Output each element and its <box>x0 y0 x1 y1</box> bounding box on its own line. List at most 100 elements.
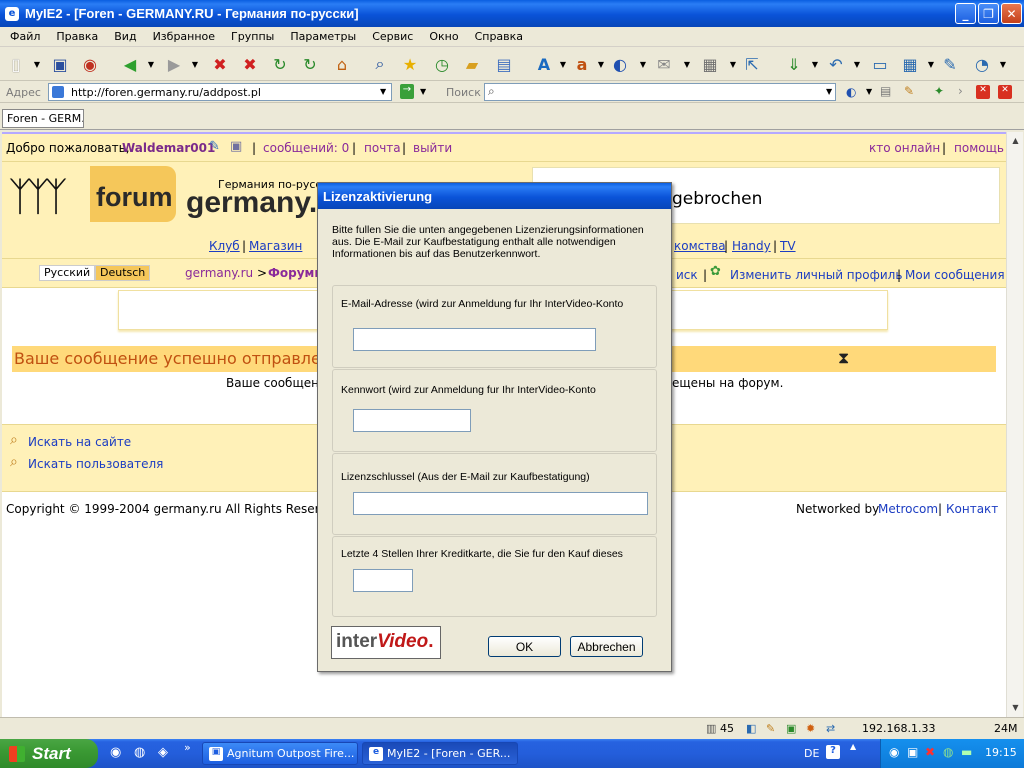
highlight-icon[interactable]: ▤ <box>880 84 891 98</box>
menu-edit[interactable]: Правка <box>48 30 106 43</box>
menu-help[interactable]: Справка <box>467 30 531 43</box>
tabs-icon[interactable]: ▤ <box>492 52 516 76</box>
menu-favorites[interactable]: Избранное <box>145 30 223 43</box>
globe-dropdown-icon[interactable]: ▼ <box>638 52 648 76</box>
save-page-icon[interactable]: ◉ <box>78 52 102 76</box>
nav-shop[interactable]: Магазин <box>249 239 302 253</box>
tray-antivirus-icon[interactable]: ✖ <box>925 745 935 759</box>
menu-view[interactable]: Вид <box>106 30 144 43</box>
quicklaunch-ie-icon[interactable]: ◉ <box>110 745 121 760</box>
status-icon-2[interactable]: ✎ <box>766 722 775 735</box>
mail-link[interactable]: почта <box>364 141 401 155</box>
clock-dropdown-icon[interactable]: ▼ <box>998 52 1008 76</box>
menu-window[interactable]: Окно <box>421 30 466 43</box>
search-input[interactable] <box>484 83 836 101</box>
help-link[interactable]: помощь <box>954 141 1004 155</box>
layout-dropdown-icon[interactable]: ▼ <box>926 52 936 76</box>
stop-icon[interactable]: ✖ <box>208 52 232 76</box>
search-engine-icon[interactable]: ◐ <box>846 85 856 99</box>
status-icon-1[interactable]: ◧ <box>746 722 756 735</box>
password-input[interactable] <box>353 409 471 432</box>
go-icon[interactable]: → <box>400 84 414 99</box>
quicklaunch-browser-icon[interactable]: ◍ <box>134 745 145 760</box>
chevron-right-icon[interactable]: › <box>958 84 963 98</box>
logout-link[interactable]: выйти <box>413 141 452 155</box>
forward-icon[interactable]: ▶ <box>162 52 186 76</box>
search-user-link[interactable]: Искать пользователя <box>28 457 163 471</box>
history-icon[interactable]: ◷ <box>430 52 454 76</box>
task-outpost[interactable]: ▣ Agnitum Outpost Fire... <box>202 742 358 765</box>
close-tab-icon[interactable]: ✕ <box>976 85 990 99</box>
refresh-all-icon[interactable]: ↻ <box>298 52 322 76</box>
tray-expand-icon[interactable]: ▲ <box>850 742 856 751</box>
address-input[interactable]: http://foren.germany.ru/addpost.pl <box>48 83 392 101</box>
my-messages-link[interactable]: Мои сообщения <box>905 268 1005 282</box>
close-button[interactable]: ✕ <box>1001 3 1022 24</box>
edit-profile-icon[interactable]: ✎ <box>209 139 220 154</box>
quicklaunch-more-icon[interactable]: » <box>184 741 191 754</box>
refresh-icon[interactable]: ↻ <box>268 52 292 76</box>
scroll-up-icon[interactable]: ▲ <box>1008 133 1023 148</box>
clock-icon[interactable]: ◔ <box>970 52 994 76</box>
search-dropdown-icon[interactable]: ▼ <box>826 87 832 96</box>
globe-icon[interactable]: ◐ <box>608 52 632 76</box>
stop-all-icon[interactable]: ✖ <box>238 52 262 76</box>
messages-link[interactable]: сообщений: 0 <box>263 141 349 155</box>
nav-handy[interactable]: Handy <box>732 239 771 253</box>
status-icon-5[interactable]: ⇄ <box>826 722 835 735</box>
encoding-dropdown-icon[interactable]: ▼ <box>596 52 606 76</box>
username-link[interactable]: Waldemar001 <box>122 141 215 155</box>
metrocom-link[interactable]: Metrocom <box>878 502 938 516</box>
close-all-icon[interactable]: ✕ <box>998 85 1012 99</box>
print-icon[interactable]: ▦ <box>698 52 722 76</box>
font-dropdown-icon[interactable]: ▼ <box>558 52 568 76</box>
back-icon[interactable]: ◀ <box>118 52 142 76</box>
window-icon[interactable]: ▭ <box>868 52 892 76</box>
forward-dropdown-icon[interactable]: ▼ <box>190 52 200 76</box>
gear-icon[interactable]: ✹ <box>806 722 815 735</box>
lang-german-button[interactable]: Deutsch <box>95 265 151 281</box>
maximize-button[interactable]: ❐ <box>978 3 999 24</box>
menu-file[interactable]: Файл <box>2 30 48 43</box>
breadcrumb-home[interactable]: germany.ru <box>185 266 253 280</box>
undo-close-icon[interactable]: ↶ <box>824 52 848 76</box>
tab-foren[interactable]: Foren - GERM... <box>2 109 84 128</box>
lang-russian-button[interactable]: Русский <box>39 265 96 281</box>
email-input[interactable] <box>353 328 596 351</box>
home-icon[interactable]: ⌂ <box>330 52 354 76</box>
contacts-icon[interactable]: ▣ <box>230 139 242 154</box>
save-icon[interactable]: ▣ <box>48 52 72 76</box>
folder-icon[interactable]: ▰ <box>460 52 484 76</box>
back-dropdown-icon[interactable]: ▼ <box>146 52 156 76</box>
clock[interactable]: 19:15 <box>985 746 1017 759</box>
start-button[interactable]: Start <box>0 739 98 768</box>
font-icon[interactable]: A <box>532 52 556 76</box>
ok-button[interactable]: OK <box>488 636 561 657</box>
who-online-link[interactable]: кто онлайн <box>869 141 940 155</box>
new-page-icon[interactable]: ▯ <box>4 52 28 76</box>
plugin-icon[interactable]: ✦ <box>934 84 944 98</box>
menu-options[interactable]: Параметры <box>282 30 364 43</box>
download-icon[interactable]: ⇓ <box>782 52 806 76</box>
tray-outpost-icon[interactable]: ▣ <box>907 745 918 759</box>
encoding-icon[interactable]: a <box>570 52 594 76</box>
nav-club[interactable]: Клуб <box>209 239 240 253</box>
tray-network-icon[interactable]: ◍ <box>943 745 953 759</box>
search-icon[interactable]: ⌕ <box>368 52 392 76</box>
new-dropdown-icon[interactable]: ▼ <box>32 52 42 76</box>
menu-groups[interactable]: Группы <box>223 30 282 43</box>
go-dropdown-icon[interactable]: ▼ <box>420 87 426 96</box>
cancel-button[interactable]: Abbrechen <box>570 636 643 657</box>
tray-ie-icon[interactable]: ◉ <box>889 745 899 759</box>
fullscreen-icon[interactable]: ⇱ <box>740 52 764 76</box>
task-myie2[interactable]: e MyIE2 - [Foren - GER... <box>362 742 518 765</box>
scroll-down-icon[interactable]: ▼ <box>1008 700 1023 715</box>
nav-tv[interactable]: TV <box>780 239 796 253</box>
download-dropdown-icon[interactable]: ▼ <box>810 52 820 76</box>
card-digits-input[interactable] <box>353 569 413 592</box>
search-site-link[interactable]: Искать на сайте <box>28 435 131 449</box>
edit-profile-link[interactable]: Изменить личный профиль <box>730 268 902 282</box>
layout-icon[interactable]: ▦ <box>898 52 922 76</box>
menu-tools[interactable]: Сервис <box>364 30 421 43</box>
address-dropdown-icon[interactable]: ▼ <box>380 87 386 96</box>
